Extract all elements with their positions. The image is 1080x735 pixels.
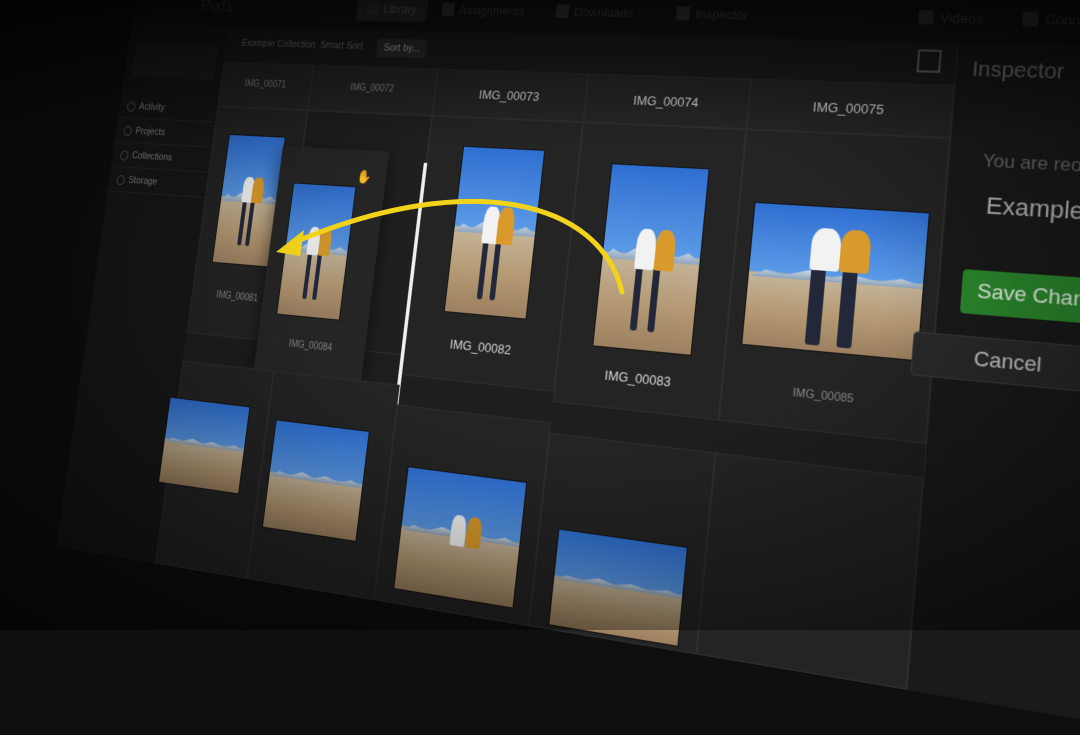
inspector-message: You are reordering [982,150,1080,179]
grid-cell[interactable] [373,404,551,627]
tab-label: Connect [1044,11,1080,29]
photo-thumbnail [159,397,250,494]
sidebar-item-label: Storage [127,174,158,188]
photo-thumbnail [549,529,687,646]
assignments-icon [441,2,456,16]
grid-cell[interactable] [528,432,716,655]
grid-cell[interactable]: IMG_00085 [718,129,951,444]
grid-cell[interactable]: IMG_00074 [583,73,752,130]
cell-label: IMG_00071 [244,78,287,91]
grid-cell[interactable]: IMG_00083 [552,122,747,421]
collection-name: Example Collection [985,191,1080,233]
photo-thumbnail [742,202,929,361]
tab-label: Downloads [573,4,635,21]
cell-label: IMG_00072 [349,82,395,95]
videos-icon [918,9,935,25]
connect-icon [1022,11,1039,27]
cell-label: IMG_00082 [449,336,512,358]
grid-cell[interactable]: IMG_00082 [400,115,584,392]
collections-icon [119,150,129,161]
photo-thumbnail [394,467,527,608]
sidebar-item-label: Activity [138,101,166,113]
cell-label: IMG_00074 [632,92,700,111]
photo-thumbnail [593,164,709,355]
photo-thumbnail [262,420,369,541]
cell-label: IMG_00084 [288,338,333,354]
activity-icon [126,101,136,112]
cell-label: IMG_00075 [812,99,885,118]
downloads-icon [555,4,570,19]
photo-grid: IMG_00071 IMG_00072 IMG_00073 IMG_00074 … [154,62,955,690]
breadcrumb[interactable]: Example Collection [241,38,316,51]
inspector-title: Inspector [971,58,1066,85]
hand-cursor-icon: ✋ [355,168,373,185]
app-title: Pixfs [199,0,236,17]
filter-label: Smart Sort [319,39,364,52]
sidebar-header [131,42,219,80]
tab-label: Assignments [458,3,526,19]
tab-videos[interactable]: Videos [905,4,998,33]
tab-library[interactable]: Library [355,0,429,22]
sidebar-item-label: Projects [134,125,166,138]
sidebar-item-label: Collections [131,150,173,164]
sidebar-item-storage[interactable]: Storage [107,166,209,198]
inspector-icon [675,6,691,21]
projects-icon [123,126,133,137]
tab-label: Library [382,1,418,17]
expand-icon[interactable] [916,49,942,73]
tab-downloads[interactable]: Downloads [544,0,646,26]
grid-cell[interactable] [696,452,924,690]
app-screen: Pixfs Library Assignments Downloads Insp… [56,0,1080,720]
grid-cell[interactable] [246,370,400,601]
storage-icon [115,175,126,186]
photo-thumbnail [277,183,356,320]
tab-inspector[interactable]: Inspector [664,1,761,28]
library-icon [366,1,380,15]
cell-label: IMG_00083 [603,367,672,390]
tab-label: Inspector [694,6,749,23]
grid-cell[interactable]: IMG_00073 [432,68,589,123]
cell-label: IMG_00073 [478,87,541,104]
cancel-button[interactable]: Cancel [910,331,1080,395]
tab-assignments[interactable]: Assignments [431,0,537,24]
photo-thumbnail [444,146,545,319]
save-changes-button[interactable]: Save Changes [959,269,1080,329]
grid-cell[interactable]: IMG_00071 [217,62,314,111]
cell-label: IMG_00085 [792,386,855,406]
grid-cell[interactable]: IMG_00072 [307,64,438,116]
tab-label: Videos [939,10,984,27]
grid-cell[interactable]: IMG_00075 [746,78,955,139]
tab-connect[interactable]: Connect [1008,6,1080,36]
sort-button[interactable]: Sort by... [375,38,428,59]
